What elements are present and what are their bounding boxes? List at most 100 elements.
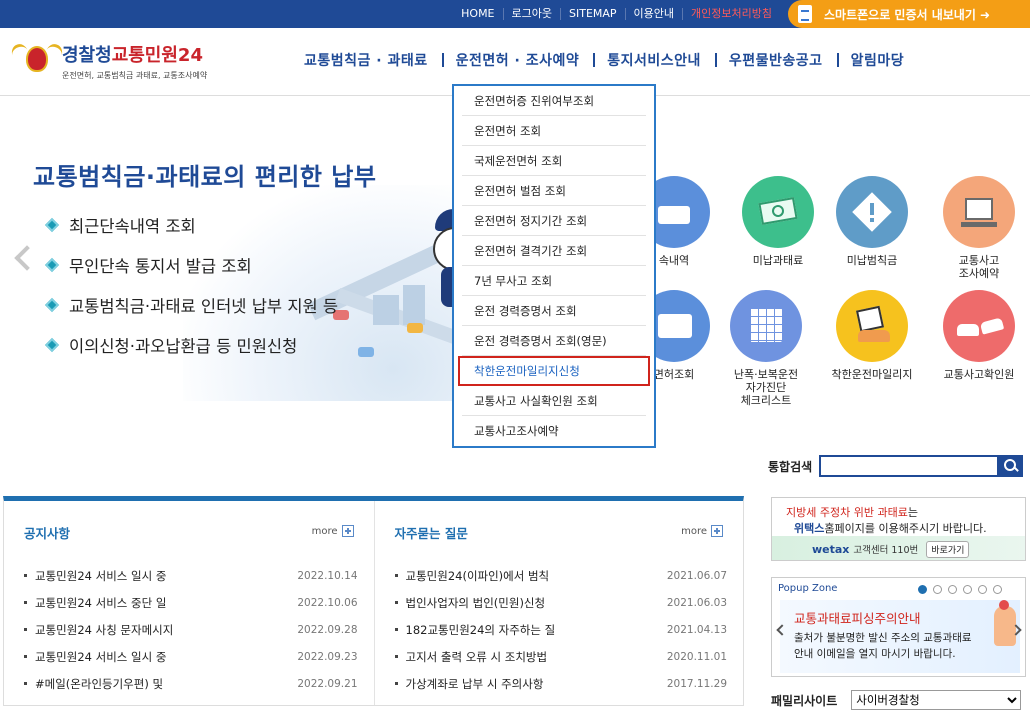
- money-icon: [742, 176, 814, 248]
- quick-item-accident-confirmation[interactable]: 교통사고확인원: [929, 290, 1029, 381]
- notice-row-date: 2022.10.14: [297, 569, 358, 582]
- diamond-bullet-icon: [44, 217, 60, 233]
- family-site-select[interactable]: 사이버경찰청: [851, 690, 1022, 710]
- faq-row[interactable]: 고지서 출력 오류 시 조치방법 2020.11.01: [395, 643, 728, 670]
- home-link[interactable]: HOME: [453, 8, 502, 20]
- faq-title: 자주묻는 질문: [394, 526, 468, 541]
- popup-dot[interactable]: [963, 585, 972, 594]
- notice-row-title: 교통민원24 서비스 일시 중: [24, 649, 166, 665]
- warning-icon: [836, 176, 908, 248]
- site-subtitle: 운전면허, 교통범칙금 과태료, 교통조사예약: [62, 71, 208, 80]
- wetax-line1: 지방세 주정차 위반 과태료는: [786, 504, 918, 520]
- mileage-icon: [836, 290, 908, 362]
- hero-item[interactable]: 이의신청·과오납환급 등 민원신청: [44, 325, 338, 365]
- faq-row[interactable]: 182교통민원24의 자주하는 질 2021.04.13: [395, 616, 728, 643]
- document-icon: [798, 5, 812, 23]
- smartphone-certificate-button[interactable]: 스마트폰으로 민증서 내보내기 ➜: [788, 0, 1030, 28]
- wetax-strip: wetax 고객센터 110번 바로가기: [772, 536, 1025, 560]
- search-input[interactable]: [819, 455, 1000, 477]
- notice-row[interactable]: 교통민원24 서비스 일시 중 2022.10.14: [24, 562, 358, 589]
- nav-returned-mail[interactable]: 우편물반송공고: [714, 50, 837, 70]
- logo-name-part2: 교통민원24: [111, 45, 203, 66]
- chevron-left-icon[interactable]: [12, 246, 32, 272]
- dropdown-item[interactable]: 운전면허 결격기간 조회: [462, 236, 646, 266]
- popup-dot[interactable]: [978, 585, 987, 594]
- faq-row[interactable]: 교통민원24(이파인)에서 범칙 2021.06.07: [395, 562, 728, 589]
- popup-slide[interactable]: 교통과태료피싱주의안내 출처가 불분명한 발신 주소의 교통과태료 안내 이메일을…: [780, 600, 1020, 673]
- quick-item-unpaid-penalty[interactable]: 미납범칙금: [822, 176, 922, 267]
- family-site: 패밀리사이트 사이버경찰청: [771, 690, 1022, 710]
- wetax-line1-highlight: 지방세 주정차 위반 과태료: [786, 506, 908, 519]
- quick-item-mileage[interactable]: 착한운전마일리지: [822, 290, 922, 381]
- dropdown-item[interactable]: 운전 경력증명서 조회(영문): [462, 326, 646, 356]
- quick-item-accident-reservation[interactable]: 교통사고 조사예약: [929, 176, 1029, 280]
- diamond-bullet-icon: [44, 297, 60, 313]
- nav-fines[interactable]: 교통범칙금 · 과태료: [290, 50, 442, 70]
- quick-item-label: 난폭·보복운전 자가진단 체크리스트: [733, 368, 799, 407]
- sitemap-link[interactable]: SITEMAP: [560, 8, 625, 20]
- guide-link[interactable]: 이용안내: [624, 8, 682, 20]
- computer-icon: [943, 176, 1015, 248]
- quick-item-label: 착한운전마일리지: [831, 368, 913, 381]
- notice-row-title: 교통민원24 사칭 문자메시지: [24, 622, 173, 638]
- dropdown-item[interactable]: 국제운전면허 조회: [462, 146, 646, 176]
- wetax-banner[interactable]: 지방세 주정차 위반 과태료는 위택스홈페이지를 이용해주시기 바랍니다. we…: [771, 497, 1026, 561]
- hero-item-label: 무인단속 통지서 발급 조회: [69, 257, 252, 276]
- dropdown-item[interactable]: 운전면허증 진위여부조회: [462, 86, 646, 116]
- crash-icon: [943, 290, 1015, 362]
- dropdown-item[interactable]: 운전면허 정지기간 조회: [462, 206, 646, 236]
- faq-row-title: 교통민원24(이파인)에서 범칙: [395, 568, 550, 584]
- dropdown-item-selected[interactable]: 착한운전마일리지신청: [458, 356, 650, 386]
- popup-zone: Popup Zone 교통과태료피싱주의안내 출처가 불분명한 발신 주소의 교…: [771, 577, 1026, 677]
- dropdown-item[interactable]: 7년 무사고 조회: [462, 266, 646, 296]
- notice-more-button[interactable]: more: [312, 525, 354, 537]
- notice-row[interactable]: #메일(온라인등기우편) 및 2022.09.21: [24, 670, 358, 697]
- notice-row-date: 2022.09.28: [297, 623, 358, 636]
- wetax-go-button[interactable]: 바로가기: [926, 540, 970, 558]
- quick-item-unpaid-fine[interactable]: 미납과태료: [728, 176, 828, 267]
- checklist-icon: [730, 290, 802, 362]
- notice-row[interactable]: 교통민원24 사칭 문자메시지 2022.09.28: [24, 616, 358, 643]
- dropdown-item[interactable]: 운전면허 조회: [462, 116, 646, 146]
- faq-row-date: 2020.11.01: [666, 650, 727, 663]
- faq-row-title: 가상계좌로 납부 시 주의사항: [395, 676, 544, 692]
- faq-more-button[interactable]: more: [681, 525, 723, 537]
- notice-row-title: 교통민원24 서비스 중단 일: [24, 595, 166, 611]
- faq-row[interactable]: 가상계좌로 납부 시 주의사항 2017.11.29: [395, 670, 728, 697]
- dropdown-item[interactable]: 운전 경력증명서 조회: [462, 296, 646, 326]
- privacy-link[interactable]: 개인정보처리방침: [682, 8, 780, 20]
- hero-item[interactable]: 무인단속 통지서 발급 조회: [44, 245, 338, 285]
- hero-banner: 교통범칙금·과태료의 편리한 납부 최근단속내역 조회 무인단속 통지서 발급 …: [3, 125, 458, 401]
- quick-menu: 속내역 미납과태료 미납범칙금 교통사고 조사예약 면허조회 난폭·보복운전 자…: [636, 168, 1030, 418]
- popup-dot[interactable]: [918, 585, 927, 594]
- logout-link[interactable]: 로그아웃: [502, 8, 560, 20]
- site-logo[interactable]: 경찰청교통민원24 운전면허, 교통범칙금 과태료, 교통조사예약: [9, 40, 208, 81]
- notice-row[interactable]: 교통민원24 서비스 중단 일 2022.10.06: [24, 589, 358, 616]
- wetax-logo: wetax: [812, 542, 850, 556]
- notice-row[interactable]: 교통민원24 서비스 일시 중 2022.09.23: [24, 643, 358, 670]
- faq-board: 자주묻는 질문 more 교통민원24(이파인)에서 범칙 2021.06.07 …: [373, 501, 744, 705]
- search-icon[interactable]: [999, 455, 1024, 477]
- quick-item-label: 미납과태료: [752, 254, 804, 267]
- dropdown-item[interactable]: 교통사고조사예약: [462, 416, 646, 446]
- hero-item-label: 교통범칙금·과태료 인터넷 납부 지원 등: [69, 297, 339, 316]
- popup-dot[interactable]: [948, 585, 957, 594]
- dropdown-item[interactable]: 운전면허 벌점 조회: [462, 176, 646, 206]
- faq-row-title: 고지서 출력 오류 시 조치방법: [395, 649, 548, 665]
- nav-notification[interactable]: 통지서비스안내: [593, 50, 715, 70]
- plus-icon: [711, 525, 723, 537]
- notice-row-title: #메일(온라인등기우편) 및: [24, 676, 163, 692]
- nav-notice-board[interactable]: 알림마당: [836, 50, 919, 70]
- popup-dot[interactable]: [993, 585, 1002, 594]
- faq-row-date: 2021.06.03: [666, 596, 727, 609]
- quick-item-checklist[interactable]: 난폭·보복운전 자가진단 체크리스트: [716, 290, 816, 407]
- more-label: more: [311, 525, 338, 537]
- nav-license[interactable]: 운전면허 · 조사예약: [441, 50, 594, 70]
- hero-item[interactable]: 최근단속내역 조회: [44, 205, 338, 245]
- hero-item[interactable]: 교통범칙금·과태료 인터넷 납부 지원 등: [44, 285, 339, 325]
- popup-slide-desc: 출처가 불분명한 발신 주소의 교통과태료 안내 이메일을 열지 마시기 바랍니다…: [794, 630, 972, 662]
- popup-dot[interactable]: [933, 585, 942, 594]
- notice-row-date: 2022.09.23: [297, 650, 358, 663]
- faq-row[interactable]: 법인사업자의 법인(민원)신청 2021.06.03: [395, 589, 728, 616]
- dropdown-item[interactable]: 교통사고 사실확인원 조회: [462, 386, 646, 416]
